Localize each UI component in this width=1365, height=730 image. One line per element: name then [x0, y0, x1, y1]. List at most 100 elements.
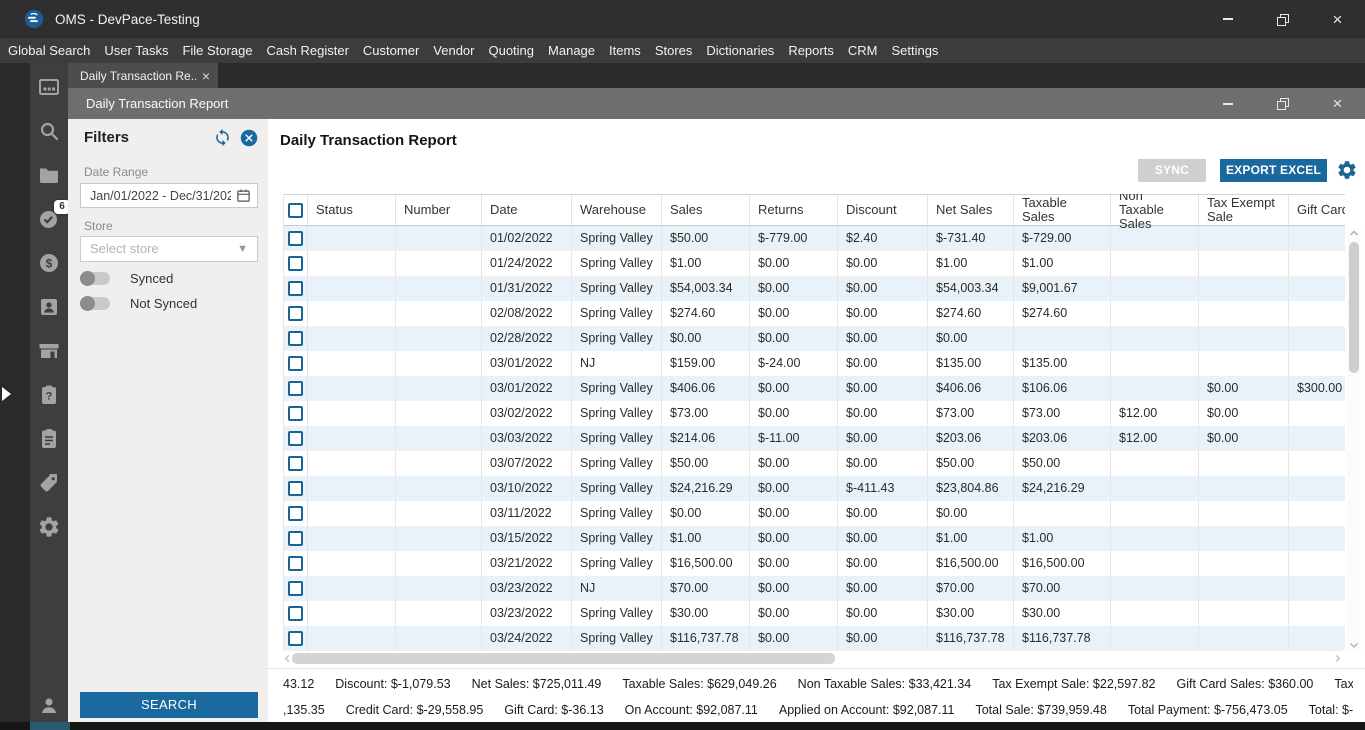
sidebar-item-dashboard[interactable] [37, 75, 61, 99]
grid-settings-gear-icon[interactable] [1336, 159, 1358, 181]
sidebar-item-settings-gear[interactable] [37, 515, 61, 539]
menu-item-crm[interactable]: CRM [841, 38, 885, 63]
cell-non-taxable-sales [1111, 251, 1199, 276]
synced-toggle-switch[interactable] [80, 270, 110, 286]
menu-item-customer[interactable]: Customer [356, 38, 426, 63]
column-header-tax-exempt-sale[interactable]: Tax Exempt Sale [1199, 195, 1289, 225]
report-minimize-button[interactable] [1200, 88, 1255, 119]
search-button[interactable]: SEARCH [80, 692, 258, 718]
horizontal-scrollbar[interactable] [283, 652, 1345, 665]
toggle-synced[interactable]: Synced [80, 270, 173, 286]
vertical-scrollbar[interactable] [1347, 228, 1361, 652]
cell-number [396, 626, 482, 651]
cell-date: 01/24/2022 [482, 251, 572, 276]
store-select[interactable]: Select store ▼ [80, 236, 258, 262]
menu-item-global-search[interactable]: Global Search [1, 38, 97, 63]
menu-item-cash-register[interactable]: Cash Register [260, 38, 356, 63]
row-checkbox[interactable] [288, 431, 303, 446]
menu-item-vendor[interactable]: Vendor [426, 38, 481, 63]
refresh-icon[interactable] [213, 128, 232, 147]
flyout-arrow-icon[interactable] [2, 387, 11, 401]
vertical-scroll-thumb[interactable] [1349, 242, 1359, 373]
sidebar-item-folder[interactable] [37, 163, 61, 187]
cell-net-sales: $1.00 [928, 251, 1014, 276]
calendar-icon[interactable] [236, 188, 251, 203]
horizontal-scroll-thumb[interactable] [292, 653, 835, 664]
column-header-date[interactable]: Date [482, 195, 572, 225]
scroll-down-icon[interactable] [1347, 640, 1361, 652]
row-checkbox[interactable] [288, 331, 303, 346]
row-checkbox[interactable] [288, 631, 303, 646]
sidebar-item-store[interactable] [37, 339, 61, 363]
report-close-button[interactable]: × [1310, 88, 1365, 119]
cell-date: 02/28/2022 [482, 326, 572, 351]
tab-daily-transaction-report[interactable]: Daily Transaction Re... × [68, 63, 218, 88]
cell-number [396, 376, 482, 401]
row-checkbox[interactable] [288, 231, 303, 246]
clear-filters-icon[interactable] [240, 129, 258, 147]
sidebar-item-contact-card[interactable] [37, 295, 61, 319]
scroll-right-icon[interactable] [1333, 653, 1342, 664]
menu-item-reports[interactable]: Reports [781, 38, 841, 63]
column-header-sales[interactable]: Sales [662, 195, 750, 225]
sidebar-item-tasks-check[interactable]: 6 [37, 200, 70, 231]
column-header-returns[interactable]: Returns [750, 195, 838, 225]
row-checkbox[interactable] [288, 556, 303, 571]
scroll-left-icon[interactable] [283, 653, 292, 664]
export-excel-button[interactable]: EXPORT EXCEL [1220, 159, 1327, 182]
menu-item-items[interactable]: Items [602, 38, 648, 63]
row-checkbox[interactable] [288, 506, 303, 521]
row-checkbox[interactable] [288, 481, 303, 496]
row-checkbox[interactable] [288, 256, 303, 271]
sidebar-item-clipboard-list[interactable] [37, 427, 61, 451]
menu-item-settings[interactable]: Settings [884, 38, 945, 63]
row-checkbox[interactable] [288, 356, 303, 371]
summary-line-1: 43.12 Discount: $-1,079.53 Net Sales: $725… [283, 677, 1353, 697]
sidebar-item-clipboard-question[interactable]: ? [37, 383, 61, 407]
date-range-input[interactable] [80, 183, 258, 208]
table-row: 03/11/2022 Spring Valley $0.00 $0.00 $0.00 $0… [284, 501, 1345, 526]
row-checkbox[interactable] [288, 281, 303, 296]
column-header-net-sales[interactable]: Net Sales [928, 195, 1014, 225]
tab-close-icon[interactable]: × [202, 68, 210, 84]
row-checkbox[interactable] [288, 456, 303, 471]
menu-item-stores[interactable]: Stores [648, 38, 700, 63]
menu-item-user-tasks[interactable]: User Tasks [97, 38, 175, 63]
menu-item-manage[interactable]: Manage [541, 38, 602, 63]
column-header-number[interactable]: Number [396, 195, 482, 225]
minimize-button[interactable] [1200, 0, 1255, 38]
row-checkbox[interactable] [288, 306, 303, 321]
column-header-non-taxable-sales[interactable]: Non Taxable Sales [1111, 194, 1199, 231]
column-header-taxable-sales[interactable]: Taxable Sales [1014, 195, 1111, 225]
row-checkbox[interactable] [288, 581, 303, 596]
not-synced-toggle-switch[interactable] [80, 295, 110, 311]
report-window-title: Daily Transaction Report [86, 96, 229, 111]
menu-item-quoting[interactable]: Quoting [481, 38, 541, 63]
row-checkbox[interactable] [288, 531, 303, 546]
restore-button[interactable] [1255, 0, 1310, 38]
cell-sales: $1.00 [662, 526, 750, 551]
cell-gift-card-sales [1289, 326, 1345, 351]
cell-sales: $50.00 [662, 226, 750, 251]
column-header-status[interactable]: Status [308, 195, 396, 225]
column-header-gift-card-sales[interactable]: Gift Card Sales [1289, 195, 1345, 225]
cell-status [308, 576, 396, 601]
select-all-checkbox[interactable] [288, 202, 303, 218]
row-checkbox[interactable] [288, 606, 303, 621]
sidebar-item-search[interactable] [37, 119, 61, 143]
toggle-not-synced[interactable]: Not Synced [80, 295, 197, 311]
sync-button[interactable]: SYNC [1138, 159, 1206, 182]
close-button[interactable]: × [1310, 0, 1365, 38]
sidebar-item-user[interactable] [30, 693, 68, 717]
report-restore-button[interactable] [1255, 88, 1310, 119]
sidebar-item-tag[interactable] [37, 471, 61, 495]
column-header-discount[interactable]: Discount [838, 195, 928, 225]
row-checkbox[interactable] [288, 406, 303, 421]
cell-non-taxable-sales: $12.00 [1111, 426, 1199, 451]
row-checkbox[interactable] [288, 381, 303, 396]
menu-item-dictionaries[interactable]: Dictionaries [699, 38, 781, 63]
menu-item-file-storage[interactable]: File Storage [175, 38, 259, 63]
sidebar-item-payments-dollar[interactable]: $ [37, 251, 61, 275]
column-header-warehouse[interactable]: Warehouse [572, 195, 662, 225]
scroll-up-icon[interactable] [1347, 228, 1361, 240]
